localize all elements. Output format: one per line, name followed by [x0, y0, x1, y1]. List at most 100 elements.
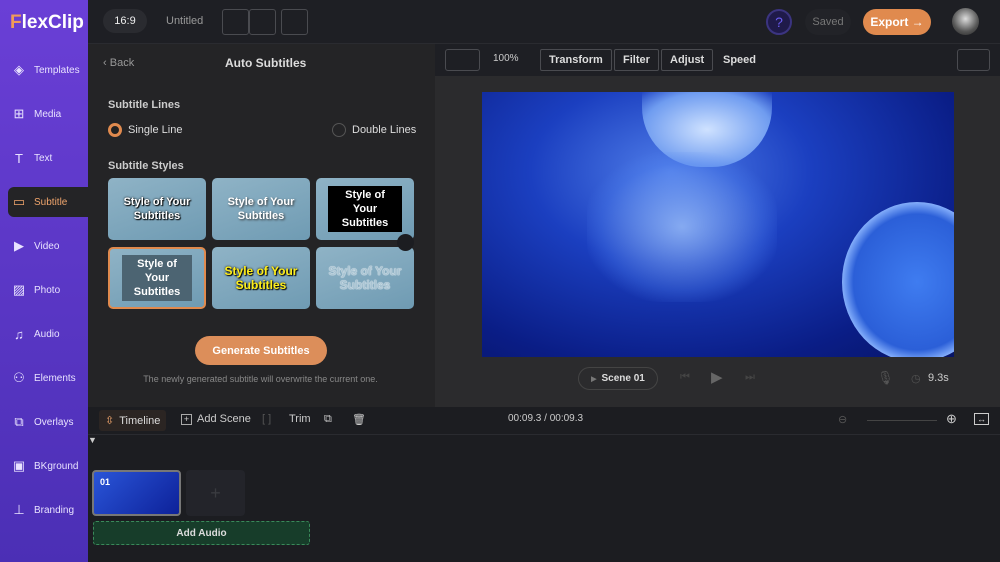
text-icon: T: [15, 150, 23, 166]
sidebar-item-label: Templates: [34, 64, 80, 76]
layers-icon: ◈: [14, 62, 24, 77]
style-sample: Style of Your Subtitles: [328, 264, 402, 292]
timecode: 00:09.3 / 00:09.3: [508, 413, 584, 424]
export-button[interactable]: Export →: [863, 9, 931, 35]
delete-icon[interactable]: 🗑: [352, 413, 366, 426]
chevron-left-icon: ‹: [103, 57, 110, 69]
sidebar-item-overlays[interactable]: ⧉ Overlays: [8, 407, 88, 437]
subtitle-styles-heading: Subtitle Styles: [108, 160, 184, 172]
sidebar-item-label: Video: [34, 240, 60, 252]
style-card-black-box[interactable]: Style of Your Subtitles: [316, 178, 414, 240]
redo-button[interactable]: [249, 9, 276, 35]
panel-title: Auto Subtitles: [225, 56, 307, 70]
sidebar-item-bkground[interactable]: ▣ BKground: [8, 451, 88, 481]
overwrite-note: The newly generated subtitle will overwr…: [143, 374, 378, 384]
subtitle-lines-heading: Subtitle Lines: [108, 99, 181, 111]
back-label: Back: [109, 57, 135, 69]
settings-button[interactable]: [281, 9, 308, 35]
avatar[interactable]: [952, 8, 979, 35]
style-sample: Style of Your Subtitles: [328, 186, 402, 232]
sidebar-item-label: Audio: [34, 328, 60, 340]
add-scene-tile[interactable]: +: [186, 470, 245, 516]
fit-icon[interactable]: ↔: [974, 413, 989, 425]
zoom-in-icon[interactable]: ⊕: [946, 411, 957, 427]
adjust-button[interactable]: Adjust: [661, 49, 714, 71]
video-preview[interactable]: [482, 92, 954, 357]
microphone-icon[interactable]: 🎙: [877, 370, 894, 386]
clock-icon: ◷: [911, 373, 921, 385]
zoom-out-icon[interactable]: ⊖: [838, 413, 847, 426]
background-icon: ▣: [12, 458, 26, 473]
overlay-icon: ⧉: [14, 414, 24, 429]
sidebar-item-video[interactable]: ▶ Video: [8, 231, 88, 261]
style-sample: Style of Your Subtitles: [224, 264, 298, 292]
play-icon[interactable]: ▶: [711, 368, 723, 386]
scene-label: Scene 01: [601, 373, 645, 384]
style-card-shadow[interactable]: Style of Your Subtitles: [212, 178, 310, 240]
radio-checked-icon: [108, 123, 122, 137]
scene-number: 01: [100, 477, 111, 487]
back-button[interactable]: ‹ Back: [103, 57, 134, 69]
help-icon[interactable]: ?: [766, 9, 792, 35]
aspect-ratio-button[interactable]: 16:9: [103, 9, 147, 33]
sidebar-item-audio[interactable]: ♫ Audio: [8, 319, 88, 349]
speed-button[interactable]: Speed: [715, 49, 764, 71]
sidebar-item-text[interactable]: T Text: [8, 143, 88, 173]
play-small-icon: ▶: [591, 375, 597, 383]
zoom-level[interactable]: 100%: [493, 53, 519, 64]
stamp-icon: ⊥: [13, 502, 25, 517]
add-box-icon: +: [181, 413, 192, 425]
double-lines-radio[interactable]: Double Lines: [332, 123, 416, 137]
split-icon[interactable]: [ ]: [262, 413, 271, 425]
single-line-label: Single Line: [128, 124, 183, 136]
photo-icon: ▨: [12, 282, 26, 297]
add-scene-button[interactable]: + Add Scene: [181, 413, 251, 425]
zoom-slider[interactable]: [867, 420, 937, 421]
double-lines-label: Double Lines: [352, 124, 417, 136]
sidebar-item-label: Subtitle: [34, 196, 68, 208]
sidebar-item-label: Overlays: [34, 416, 74, 428]
collapse-panel-handle[interactable]: [397, 234, 414, 251]
next-icon[interactable]: ⏭: [745, 371, 755, 384]
music-icon: ♫: [14, 326, 24, 342]
transform-button[interactable]: Transform: [540, 49, 612, 71]
style-card-gray-box[interactable]: Style of Your Subtitles: [108, 247, 206, 309]
radio-unchecked-icon: [332, 123, 346, 137]
undo-button[interactable]: [222, 9, 249, 35]
sidebar-item-branding[interactable]: ⊥ Branding: [8, 495, 88, 525]
trim-button[interactable]: Trim: [289, 413, 311, 425]
duration[interactable]: 9.3s: [928, 372, 949, 384]
crop-button[interactable]: [445, 49, 480, 71]
style-card-hollow[interactable]: Style of Your Subtitles: [316, 247, 414, 309]
previous-icon[interactable]: ⏮: [680, 371, 690, 384]
scene-selector[interactable]: ▶ Scene 01: [578, 367, 658, 390]
sidebar-item-label: Media: [34, 108, 62, 120]
more-button[interactable]: [957, 49, 990, 71]
style-card-outline[interactable]: Style of Your Subtitles: [108, 178, 206, 240]
subtitle-icon: ▭: [12, 194, 26, 209]
project-title[interactable]: Untitled: [166, 15, 203, 27]
sidebar-item-photo[interactable]: ▨ Photo: [8, 275, 88, 305]
add-scene-label: Add Scene: [197, 413, 251, 425]
sidebar-item-label: Photo: [34, 284, 61, 296]
style-sample: Style of Your Subtitles: [227, 196, 295, 222]
style-card-yellow[interactable]: Style of Your Subtitles: [212, 247, 310, 309]
generate-subtitles-button[interactable]: Generate Subtitles: [195, 336, 327, 365]
flexclip-logo[interactable]: FlexClip: [10, 12, 84, 34]
single-line-radio[interactable]: Single Line: [108, 123, 182, 137]
timeline-toggle[interactable]: ⇳ Timeline: [99, 410, 167, 431]
shapes-icon: ⚇: [13, 370, 25, 385]
playhead[interactable]: ▼: [88, 435, 97, 445]
add-audio-button[interactable]: Add Audio: [93, 521, 310, 545]
sidebar-item-elements[interactable]: ⚇ Elements: [8, 363, 88, 393]
sidebar-item-label: BKground: [34, 460, 79, 472]
sidebar-item-templates[interactable]: ◈ Templates: [8, 55, 88, 85]
filter-button[interactable]: Filter: [614, 49, 659, 71]
scene-clip[interactable]: 01: [92, 470, 181, 516]
sidebar-item-media[interactable]: ⊞ Media: [8, 99, 88, 129]
duplicate-icon[interactable]: ⧉: [324, 413, 332, 426]
timeline-icon: ⇳: [105, 415, 115, 427]
saved-status: Saved: [805, 9, 851, 35]
video-icon: ▶: [14, 238, 24, 253]
sidebar-item-subtitle[interactable]: ▭ Subtitle: [8, 187, 88, 217]
